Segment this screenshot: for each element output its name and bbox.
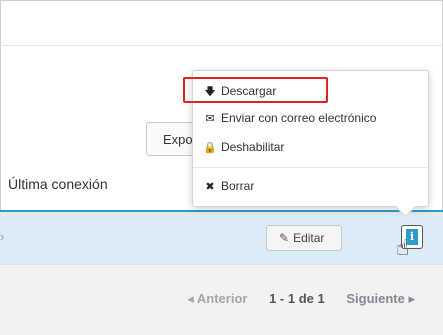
- annotation-highlight-box: [183, 77, 328, 103]
- menu-item-label: Enviar con correo electrónico: [221, 111, 377, 125]
- row-expand-icon[interactable]: ›: [0, 229, 4, 244]
- next-page-link[interactable]: Siguiente ▸: [346, 291, 415, 306]
- lock-icon: 🔒: [203, 142, 217, 154]
- menu-item-delete[interactable]: ✖ Borrar: [203, 179, 254, 193]
- page-range: 1 - 1 de 1: [269, 291, 325, 306]
- pagination-bar: ◂ Anterior 1 - 1 de 1 Siguiente ▸: [0, 264, 443, 335]
- edit-label: Editar: [293, 231, 325, 245]
- table-row: › ✎ Editar i ☝: [0, 212, 443, 264]
- menu-divider: [193, 167, 428, 168]
- close-icon: ✖: [205, 181, 215, 193]
- envelope-icon: ✉: [205, 113, 215, 125]
- pagination: ◂ Anterior 1 - 1 de 1 Siguiente ▸: [187, 291, 415, 307]
- menu-item-label: Borrar: [221, 179, 255, 193]
- column-header-last-login[interactable]: Última conexión: [8, 176, 108, 192]
- previous-page-link[interactable]: ◂ Anterior: [187, 291, 247, 306]
- menu-item-disable[interactable]: 🔒 Deshabilitar: [203, 140, 284, 154]
- pencil-icon: ✎: [279, 231, 290, 245]
- menu-item-label: Deshabilitar: [221, 140, 285, 154]
- edit-button[interactable]: ✎ Editar: [266, 225, 342, 251]
- menu-item-email[interactable]: ✉ Enviar con correo electrónico: [203, 111, 376, 125]
- divider: [0, 45, 443, 46]
- hand-cursor-icon: ☝: [396, 235, 410, 260]
